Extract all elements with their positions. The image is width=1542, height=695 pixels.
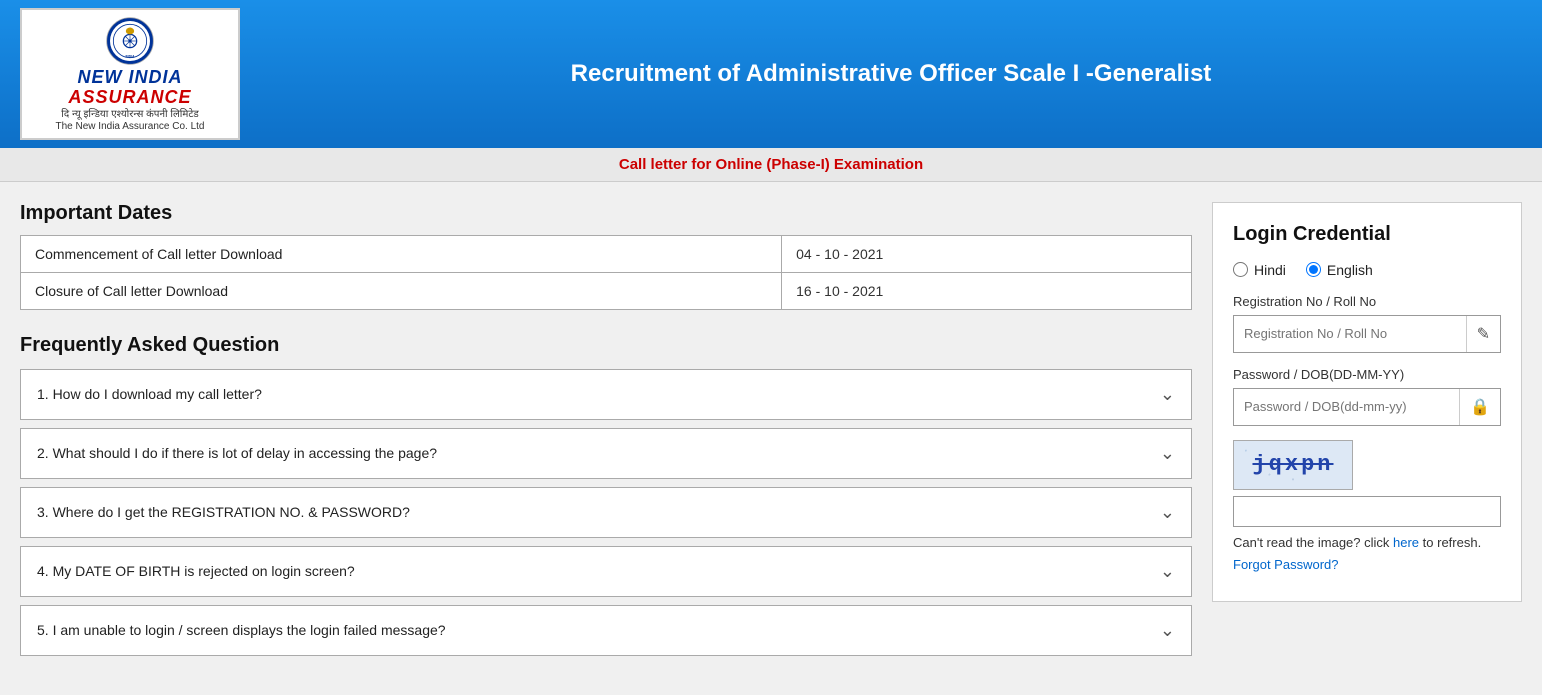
- left-section: Important Dates Commencement of Call let…: [20, 202, 1192, 664]
- chevron-down-icon: ⌄: [1160, 443, 1175, 464]
- faq-title: Frequently Asked Question: [20, 334, 1192, 357]
- faq-question-5: 5. I am unable to login / screen display…: [37, 622, 446, 638]
- table-row: Closure of Call letter Download 16 - 10 …: [21, 272, 1192, 309]
- captcha-image: jqxpn: [1233, 440, 1353, 490]
- logo-box: INDIA NEW INDIA ASSURANCE दि न्यू इन्डिय…: [20, 8, 240, 140]
- forgot-password-link[interactable]: Forgot Password?: [1233, 557, 1339, 572]
- logo-title: NEW INDIA ASSURANCE: [32, 68, 228, 108]
- chevron-down-icon: ⌄: [1160, 502, 1175, 523]
- password-row: 🔒: [1233, 388, 1501, 426]
- date-value-1: 04 - 10 - 2021: [782, 235, 1192, 272]
- faq-item-1[interactable]: 1. How do I download my call letter? ⌄: [20, 369, 1192, 420]
- english-radio[interactable]: [1306, 262, 1321, 277]
- page-header: INDIA NEW INDIA ASSURANCE दि न्यू इन्डिय…: [0, 0, 1542, 148]
- faq-item-3[interactable]: 3. Where do I get the REGISTRATION NO. &…: [20, 487, 1192, 538]
- login-panel: Login Credential Hindi English Registrat…: [1212, 202, 1522, 602]
- captcha-note-after: to refresh.: [1419, 535, 1481, 550]
- reg-no-label: Registration No / Roll No: [1233, 294, 1501, 309]
- faq-question-2: 2. What should I do if there is lot of d…: [37, 445, 437, 461]
- captcha-note-before: Can't read the image? click: [1233, 535, 1393, 550]
- captcha-text: jqxpn: [1252, 452, 1333, 477]
- captcha-note: Can't read the image? click here to refr…: [1233, 535, 1501, 550]
- main-content: Important Dates Commencement of Call let…: [0, 182, 1542, 684]
- faq-question-4: 4. My DATE OF BIRTH is rejected on login…: [37, 563, 355, 579]
- logo-hindi: दि न्यू इन्डिया एश्योरन्स कंपनी लिमिटेड: [61, 108, 198, 121]
- faq-question-3: 3. Where do I get the REGISTRATION NO. &…: [37, 504, 410, 520]
- hindi-radio[interactable]: [1233, 262, 1248, 277]
- chevron-down-icon: ⌄: [1160, 620, 1175, 641]
- sub-header-bar: Call letter for Online (Phase-I) Examina…: [0, 148, 1542, 182]
- captcha-refresh-link[interactable]: here: [1393, 535, 1419, 550]
- header-title: Recruitment of Administrative Officer Sc…: [240, 60, 1522, 88]
- chevron-down-icon: ⌄: [1160, 561, 1175, 582]
- important-dates-table: Commencement of Call letter Download 04 …: [20, 235, 1192, 310]
- svg-text:INDIA: INDIA: [125, 55, 135, 59]
- date-label-2: Closure of Call letter Download: [21, 272, 782, 309]
- important-dates-title: Important Dates: [20, 202, 1192, 225]
- password-input[interactable]: [1234, 391, 1459, 422]
- faq-item-2[interactable]: 2. What should I do if there is lot of d…: [20, 428, 1192, 479]
- language-selection: Hindi English: [1233, 262, 1501, 278]
- reg-no-row: ✎: [1233, 315, 1501, 353]
- lock-icon[interactable]: 🔒: [1459, 389, 1500, 425]
- faq-question-1: 1. How do I download my call letter?: [37, 386, 262, 402]
- table-row: Commencement of Call letter Download 04 …: [21, 235, 1192, 272]
- english-radio-label[interactable]: English: [1306, 262, 1373, 278]
- english-label: English: [1327, 262, 1373, 278]
- date-label-1: Commencement of Call letter Download: [21, 235, 782, 272]
- hindi-label: Hindi: [1254, 262, 1286, 278]
- captcha-input[interactable]: [1233, 496, 1501, 527]
- hindi-radio-label[interactable]: Hindi: [1233, 262, 1286, 278]
- date-value-2: 16 - 10 - 2021: [782, 272, 1192, 309]
- logo-english: The New India Assurance Co. Ltd: [56, 121, 205, 132]
- edit-icon[interactable]: ✎: [1466, 316, 1500, 352]
- reg-no-input[interactable]: [1234, 318, 1466, 349]
- faq-item-5[interactable]: 5. I am unable to login / screen display…: [20, 605, 1192, 656]
- chevron-down-icon: ⌄: [1160, 384, 1175, 405]
- faq-item-4[interactable]: 4. My DATE OF BIRTH is rejected on login…: [20, 546, 1192, 597]
- login-title: Login Credential: [1233, 223, 1501, 246]
- password-label: Password / DOB(DD-MM-YY): [1233, 367, 1501, 382]
- logo-emblem: INDIA: [105, 16, 155, 66]
- sub-header-text: Call letter for Online (Phase-I) Examina…: [619, 156, 923, 173]
